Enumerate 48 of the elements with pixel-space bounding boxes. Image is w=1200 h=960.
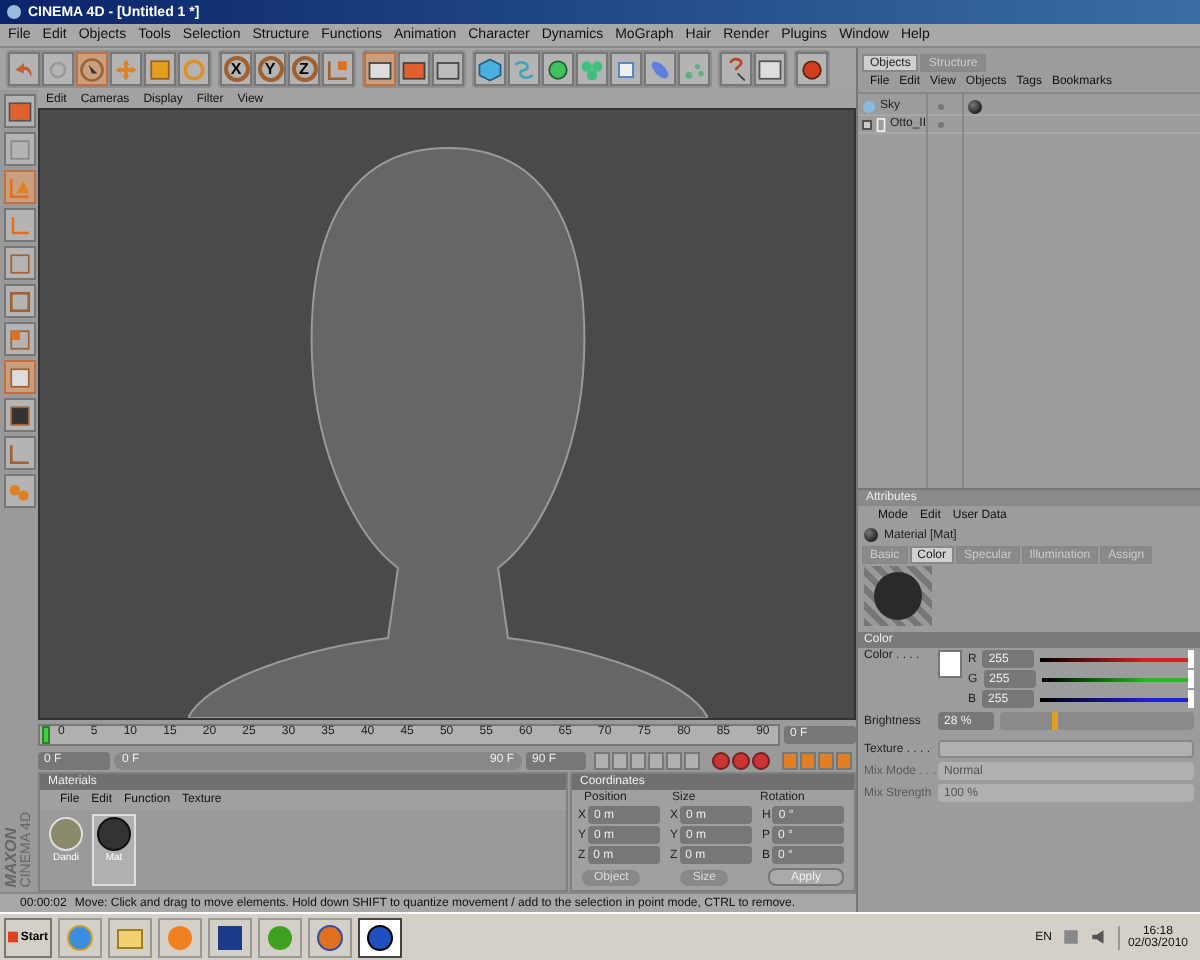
model-mode-icon[interactable]	[3, 170, 35, 204]
coordinate-system-icon[interactable]	[322, 52, 354, 86]
particles-icon[interactable]	[678, 52, 710, 86]
material-icon	[864, 528, 878, 542]
move-icon[interactable]	[110, 52, 142, 86]
channel-slider[interactable]	[1041, 670, 1194, 688]
layout-icon[interactable]	[3, 94, 35, 128]
material-preview-icon	[96, 816, 132, 852]
slider-thumb[interactable]	[1187, 670, 1194, 688]
channel-slider[interactable]	[1040, 650, 1194, 668]
playhead[interactable]	[42, 725, 50, 743]
points-icon[interactable]	[3, 246, 35, 280]
undo-icon[interactable]	[8, 52, 40, 86]
texture-field[interactable]	[938, 740, 1194, 758]
axis-button[interactable]: Z	[288, 52, 320, 86]
slider-thumb[interactable]	[1187, 690, 1194, 708]
cube-icon[interactable]	[474, 52, 506, 86]
folder-icon[interactable]	[108, 917, 152, 957]
clones-icon[interactable]	[576, 52, 608, 86]
spline-icon[interactable]	[508, 52, 540, 86]
render-window-icon[interactable]	[398, 52, 430, 86]
edges-icon[interactable]	[3, 284, 35, 318]
sky-icon	[862, 99, 876, 113]
record-icon[interactable]	[796, 52, 828, 86]
material-tag-icon[interactable]	[968, 99, 982, 113]
redo-icon[interactable]	[42, 52, 74, 86]
help-icon[interactable]	[720, 52, 752, 86]
rotate-icon[interactable]	[178, 52, 210, 86]
null-object-icon	[876, 117, 886, 131]
channel-slider[interactable]	[1040, 690, 1194, 708]
axis-button[interactable]: Y	[254, 52, 286, 86]
slider-thumb[interactable]	[1052, 712, 1059, 730]
axis-mode-icon[interactable]	[3, 208, 35, 242]
brightness-slider[interactable]	[1000, 712, 1194, 730]
slider-thumb[interactable]	[1187, 650, 1194, 668]
layout-icon[interactable]	[754, 52, 786, 86]
speaker-icon[interactable]	[1089, 928, 1108, 946]
polygons-icon[interactable]	[3, 322, 35, 356]
scale-icon[interactable]	[144, 52, 176, 86]
axis-button[interactable]: X	[220, 52, 252, 86]
color-swatch[interactable]	[938, 650, 962, 678]
visibility-dot[interactable]	[938, 121, 944, 127]
visibility-dot[interactable]	[938, 103, 944, 109]
capsule-icon[interactable]	[644, 52, 676, 86]
pointer-icon[interactable]	[76, 52, 108, 86]
app-logo-icon	[6, 4, 22, 20]
material-preview-icon	[48, 816, 84, 852]
expand-icon[interactable]	[862, 119, 872, 129]
